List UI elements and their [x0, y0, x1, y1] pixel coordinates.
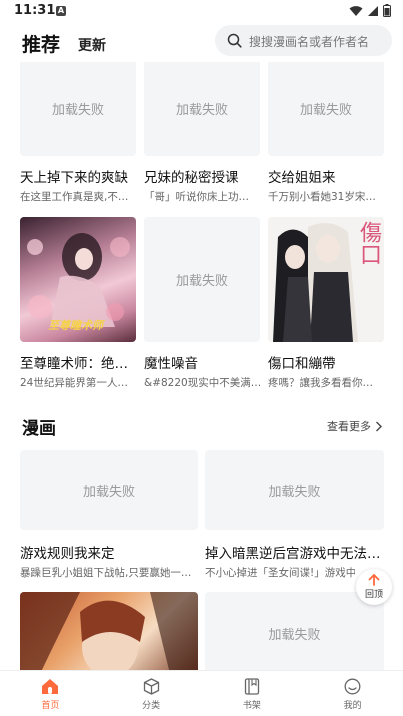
- nav-label-home: 首页: [41, 701, 60, 711]
- comic-desc: 「哥」听说你床上功…: [144, 191, 249, 203]
- comic-desc: 疼嗎？讓我多看看你…: [268, 377, 373, 389]
- arrow-up-icon: [368, 574, 380, 586]
- cube-icon: [143, 678, 159, 695]
- notification-icon: A: [56, 6, 66, 16]
- cover-failed[interactable]: 加载失败: [20, 450, 198, 530]
- comic-title[interactable]: 游戏规则我来定: [20, 542, 200, 562]
- status-time: 11:31: [14, 3, 56, 18]
- nav-label-category: 分类: [142, 701, 161, 711]
- tab-update[interactable]: 更新: [78, 35, 106, 55]
- comic-title[interactable]: 兄妹的秘密授课: [144, 166, 262, 186]
- search-icon: [227, 33, 242, 48]
- nav-home[interactable]: 首页: [0, 671, 101, 716]
- cover-artwork: [20, 592, 198, 670]
- status-icons: [349, 4, 391, 17]
- nav-label-profile: 我的: [343, 701, 362, 711]
- comic-title[interactable]: 掉入暗黑逆后宫游戏中无法…: [205, 542, 385, 562]
- top-header: 推荐 更新 搜搜漫画名或者作者名: [0, 24, 403, 62]
- comic-title[interactable]: 天上掉下来的爽缺: [20, 166, 138, 186]
- bottom-nav: 首页 分类 书架 我的: [0, 670, 403, 716]
- cover-image[interactable]: 至尊瞳术师: [20, 217, 136, 342]
- comic-desc: 在这里工作真是爽,不…: [20, 191, 129, 203]
- nav-category[interactable]: 分类: [101, 671, 202, 716]
- nav-profile[interactable]: 我的: [302, 671, 403, 716]
- cover-failed[interactable]: 加载失败: [144, 217, 260, 342]
- cover-failed[interactable]: 加载失败: [144, 62, 260, 156]
- book-icon: [244, 678, 260, 695]
- cover-image[interactable]: [20, 592, 198, 670]
- home-icon: [42, 679, 59, 694]
- comic-desc: 暴躁巨乳小姐姐下战帖,只要赢她一…: [20, 567, 192, 579]
- comic-title[interactable]: 至尊瞳术师：绝…: [20, 352, 138, 372]
- comic-desc: 千万别小看她31岁宋…: [268, 191, 376, 203]
- cover-failed[interactable]: 加载失败: [205, 592, 384, 670]
- search-input[interactable]: 搜搜漫画名或者作者名: [215, 25, 392, 56]
- comic-title[interactable]: 魔性噪音: [144, 352, 262, 372]
- back-to-top-label: 回顶: [364, 590, 383, 600]
- tab-recommend[interactable]: 推荐: [22, 30, 60, 57]
- chevron-right-icon: [376, 421, 382, 431]
- cover-failed[interactable]: 加载失败: [205, 450, 384, 530]
- cover-title-art: 至尊瞳术师: [48, 319, 103, 332]
- status-bar: 11:31 A: [0, 0, 403, 24]
- battery-icon: [383, 4, 391, 17]
- view-more-link[interactable]: 查看更多: [327, 418, 383, 434]
- cover-title-art: 傷口: [356, 221, 381, 265]
- cover-failed[interactable]: 加载失败: [20, 62, 136, 156]
- wifi-icon: [349, 5, 363, 16]
- signal-icon: [368, 5, 378, 16]
- comic-title[interactable]: 交给姐姐来: [268, 166, 386, 186]
- comic-desc: &#8220现实中不美满…: [144, 377, 260, 389]
- comic-desc: 24世纪异能界第一人…: [20, 377, 128, 389]
- back-to-top-button[interactable]: 回顶: [356, 569, 392, 605]
- cover-failed[interactable]: 加载失败: [268, 62, 384, 156]
- smiley-icon: [344, 678, 361, 695]
- comic-desc: 不小心掉进「圣女间谍!」游戏中…: [205, 567, 355, 579]
- nav-bookshelf[interactable]: 书架: [202, 671, 303, 716]
- content-feed[interactable]: 加载失败 加载失败 加载失败 天上掉下来的爽缺 兄妹的秘密授课 交给姐姐来 在这…: [0, 62, 403, 670]
- comic-title[interactable]: 傷口和繃帶: [268, 352, 386, 372]
- search-placeholder: 搜搜漫画名或者作者名: [249, 35, 370, 49]
- cover-image[interactable]: 傷口: [268, 217, 384, 342]
- nav-label-bookshelf: 书架: [242, 701, 261, 711]
- view-more-label: 查看更多: [327, 420, 371, 433]
- section-title-manga: 漫画: [22, 419, 56, 439]
